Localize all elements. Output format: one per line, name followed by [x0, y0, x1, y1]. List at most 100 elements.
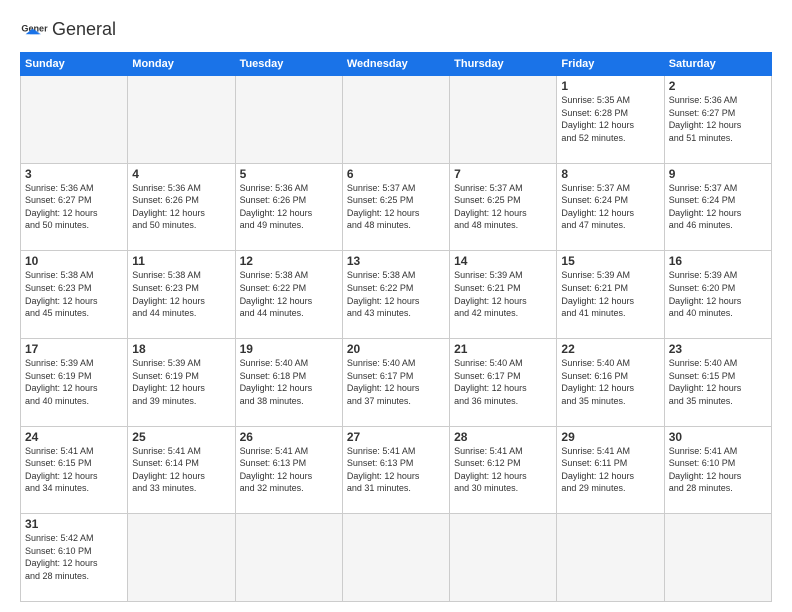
calendar-cell: 4Sunrise: 5:36 AM Sunset: 6:26 PM Daylig…	[128, 163, 235, 251]
weekday-header-friday: Friday	[557, 53, 664, 76]
day-info: Sunrise: 5:40 AM Sunset: 6:17 PM Dayligh…	[347, 357, 445, 407]
day-info: Sunrise: 5:38 AM Sunset: 6:23 PM Dayligh…	[132, 269, 230, 319]
day-number: 25	[132, 430, 230, 444]
day-number: 29	[561, 430, 659, 444]
calendar-cell: 15Sunrise: 5:39 AM Sunset: 6:21 PM Dayli…	[557, 251, 664, 339]
day-number: 23	[669, 342, 767, 356]
day-number: 18	[132, 342, 230, 356]
weekday-header-saturday: Saturday	[664, 53, 771, 76]
calendar-cell: 21Sunrise: 5:40 AM Sunset: 6:17 PM Dayli…	[450, 338, 557, 426]
calendar-cell: 5Sunrise: 5:36 AM Sunset: 6:26 PM Daylig…	[235, 163, 342, 251]
day-info: Sunrise: 5:41 AM Sunset: 6:10 PM Dayligh…	[669, 445, 767, 495]
calendar-cell: 9Sunrise: 5:37 AM Sunset: 6:24 PM Daylig…	[664, 163, 771, 251]
calendar-cell: 1Sunrise: 5:35 AM Sunset: 6:28 PM Daylig…	[557, 76, 664, 164]
day-info: Sunrise: 5:36 AM Sunset: 6:27 PM Dayligh…	[25, 182, 123, 232]
calendar-cell: 29Sunrise: 5:41 AM Sunset: 6:11 PM Dayli…	[557, 426, 664, 514]
day-number: 2	[669, 79, 767, 93]
day-number: 24	[25, 430, 123, 444]
day-info: Sunrise: 5:39 AM Sunset: 6:19 PM Dayligh…	[132, 357, 230, 407]
calendar-cell	[235, 514, 342, 602]
calendar-cell: 19Sunrise: 5:40 AM Sunset: 6:18 PM Dayli…	[235, 338, 342, 426]
day-number: 11	[132, 254, 230, 268]
calendar-cell	[21, 76, 128, 164]
day-info: Sunrise: 5:41 AM Sunset: 6:14 PM Dayligh…	[132, 445, 230, 495]
calendar-week-row: 24Sunrise: 5:41 AM Sunset: 6:15 PM Dayli…	[21, 426, 772, 514]
day-info: Sunrise: 5:36 AM Sunset: 6:26 PM Dayligh…	[132, 182, 230, 232]
day-info: Sunrise: 5:36 AM Sunset: 6:27 PM Dayligh…	[669, 94, 767, 144]
calendar-cell: 8Sunrise: 5:37 AM Sunset: 6:24 PM Daylig…	[557, 163, 664, 251]
day-number: 8	[561, 167, 659, 181]
day-info: Sunrise: 5:37 AM Sunset: 6:24 PM Dayligh…	[561, 182, 659, 232]
day-number: 9	[669, 167, 767, 181]
day-info: Sunrise: 5:39 AM Sunset: 6:21 PM Dayligh…	[454, 269, 552, 319]
calendar-cell	[342, 514, 449, 602]
day-number: 28	[454, 430, 552, 444]
day-number: 1	[561, 79, 659, 93]
day-info: Sunrise: 5:40 AM Sunset: 6:15 PM Dayligh…	[669, 357, 767, 407]
day-info: Sunrise: 5:41 AM Sunset: 6:15 PM Dayligh…	[25, 445, 123, 495]
day-info: Sunrise: 5:39 AM Sunset: 6:20 PM Dayligh…	[669, 269, 767, 319]
calendar-cell: 2Sunrise: 5:36 AM Sunset: 6:27 PM Daylig…	[664, 76, 771, 164]
calendar-cell	[128, 514, 235, 602]
calendar-cell: 13Sunrise: 5:38 AM Sunset: 6:22 PM Dayli…	[342, 251, 449, 339]
day-number: 26	[240, 430, 338, 444]
day-info: Sunrise: 5:38 AM Sunset: 6:22 PM Dayligh…	[347, 269, 445, 319]
day-info: Sunrise: 5:41 AM Sunset: 6:12 PM Dayligh…	[454, 445, 552, 495]
day-info: Sunrise: 5:37 AM Sunset: 6:25 PM Dayligh…	[347, 182, 445, 232]
day-info: Sunrise: 5:39 AM Sunset: 6:19 PM Dayligh…	[25, 357, 123, 407]
day-number: 12	[240, 254, 338, 268]
day-number: 3	[25, 167, 123, 181]
weekday-header-wednesday: Wednesday	[342, 53, 449, 76]
day-info: Sunrise: 5:40 AM Sunset: 6:16 PM Dayligh…	[561, 357, 659, 407]
calendar-cell: 11Sunrise: 5:38 AM Sunset: 6:23 PM Dayli…	[128, 251, 235, 339]
day-number: 5	[240, 167, 338, 181]
day-number: 14	[454, 254, 552, 268]
day-number: 17	[25, 342, 123, 356]
day-info: Sunrise: 5:39 AM Sunset: 6:21 PM Dayligh…	[561, 269, 659, 319]
day-number: 30	[669, 430, 767, 444]
calendar-cell	[557, 514, 664, 602]
calendar-cell	[342, 76, 449, 164]
day-number: 22	[561, 342, 659, 356]
calendar-cell: 25Sunrise: 5:41 AM Sunset: 6:14 PM Dayli…	[128, 426, 235, 514]
calendar-cell: 23Sunrise: 5:40 AM Sunset: 6:15 PM Dayli…	[664, 338, 771, 426]
weekday-header-row: SundayMondayTuesdayWednesdayThursdayFrid…	[21, 53, 772, 76]
day-info: Sunrise: 5:40 AM Sunset: 6:17 PM Dayligh…	[454, 357, 552, 407]
day-number: 27	[347, 430, 445, 444]
calendar-cell	[450, 76, 557, 164]
day-number: 16	[669, 254, 767, 268]
calendar-week-row: 3Sunrise: 5:36 AM Sunset: 6:27 PM Daylig…	[21, 163, 772, 251]
calendar-cell: 22Sunrise: 5:40 AM Sunset: 6:16 PM Dayli…	[557, 338, 664, 426]
calendar-cell: 24Sunrise: 5:41 AM Sunset: 6:15 PM Dayli…	[21, 426, 128, 514]
calendar-cell: 26Sunrise: 5:41 AM Sunset: 6:13 PM Dayli…	[235, 426, 342, 514]
logo-text: General	[52, 20, 116, 40]
calendar-week-row: 10Sunrise: 5:38 AM Sunset: 6:23 PM Dayli…	[21, 251, 772, 339]
calendar-cell: 20Sunrise: 5:40 AM Sunset: 6:17 PM Dayli…	[342, 338, 449, 426]
logo: General General	[20, 16, 116, 44]
day-number: 19	[240, 342, 338, 356]
calendar-cell: 18Sunrise: 5:39 AM Sunset: 6:19 PM Dayli…	[128, 338, 235, 426]
calendar-cell	[128, 76, 235, 164]
day-number: 6	[347, 167, 445, 181]
calendar-table: SundayMondayTuesdayWednesdayThursdayFrid…	[20, 52, 772, 602]
calendar-cell: 10Sunrise: 5:38 AM Sunset: 6:23 PM Dayli…	[21, 251, 128, 339]
day-info: Sunrise: 5:41 AM Sunset: 6:13 PM Dayligh…	[240, 445, 338, 495]
calendar-cell: 31Sunrise: 5:42 AM Sunset: 6:10 PM Dayli…	[21, 514, 128, 602]
calendar-cell: 12Sunrise: 5:38 AM Sunset: 6:22 PM Dayli…	[235, 251, 342, 339]
calendar-cell: 6Sunrise: 5:37 AM Sunset: 6:25 PM Daylig…	[342, 163, 449, 251]
calendar-cell: 30Sunrise: 5:41 AM Sunset: 6:10 PM Dayli…	[664, 426, 771, 514]
day-number: 7	[454, 167, 552, 181]
calendar-week-row: 31Sunrise: 5:42 AM Sunset: 6:10 PM Dayli…	[21, 514, 772, 602]
day-number: 21	[454, 342, 552, 356]
calendar-cell: 7Sunrise: 5:37 AM Sunset: 6:25 PM Daylig…	[450, 163, 557, 251]
day-info: Sunrise: 5:36 AM Sunset: 6:26 PM Dayligh…	[240, 182, 338, 232]
calendar-week-row: 1Sunrise: 5:35 AM Sunset: 6:28 PM Daylig…	[21, 76, 772, 164]
weekday-header-tuesday: Tuesday	[235, 53, 342, 76]
day-info: Sunrise: 5:38 AM Sunset: 6:22 PM Dayligh…	[240, 269, 338, 319]
day-info: Sunrise: 5:41 AM Sunset: 6:11 PM Dayligh…	[561, 445, 659, 495]
day-info: Sunrise: 5:37 AM Sunset: 6:25 PM Dayligh…	[454, 182, 552, 232]
day-number: 13	[347, 254, 445, 268]
calendar-cell	[450, 514, 557, 602]
calendar-header: SundayMondayTuesdayWednesdayThursdayFrid…	[21, 53, 772, 76]
generalblue-logo-icon: General	[20, 16, 48, 44]
